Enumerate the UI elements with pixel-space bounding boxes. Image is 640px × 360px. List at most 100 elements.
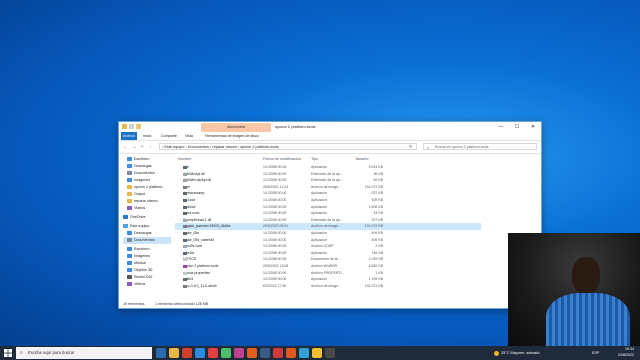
recent-chevron-icon[interactable]: ˅ bbox=[141, 144, 144, 149]
nav-item[interactable]: Música bbox=[127, 260, 146, 267]
new-folder-icon[interactable] bbox=[136, 124, 141, 129]
file-row[interactable]: fastboot 1/1/2008 00:00 Aplicación 1.606 KB bbox=[175, 204, 481, 211]
forward-arrow-icon[interactable]: → bbox=[132, 144, 137, 149]
search-input[interactable]: ⌕ Buscar en opcion 2 platform-tools bbox=[423, 143, 537, 150]
nav-item[interactable]: Descargas bbox=[127, 230, 152, 237]
nav-item[interactable]: Documentos bbox=[123, 237, 171, 244]
nav-item-icon bbox=[127, 238, 132, 243]
file-row[interactable]: magisk_patched-25200_8k6ks 26/5/2022 06:5… bbox=[175, 223, 481, 230]
nav-item[interactable]: Redmi K40 bbox=[127, 274, 152, 281]
taskbar-app-icon[interactable] bbox=[156, 348, 166, 358]
file-date: 26/5/2022 06:51 bbox=[263, 224, 289, 229]
taskbar-app-icon[interactable] bbox=[325, 348, 335, 358]
taskbar-app-icon[interactable] bbox=[182, 348, 192, 358]
nav-item[interactable]: Imágenes bbox=[127, 253, 150, 260]
tab-file[interactable]: Archivo bbox=[121, 132, 137, 140]
nav-item[interactable]: reparar xiaomi bbox=[127, 198, 158, 205]
taskbar-app-icon[interactable] bbox=[195, 348, 205, 358]
file-row[interactable]: make_f2fs 1/1/2008 00:00 Aplicación 409 KB bbox=[175, 230, 481, 237]
file-row[interactable]: libwinpthread-1.dll 1/1/2008 00:00 Extensi… bbox=[175, 217, 481, 224]
taskbar-search-input[interactable]: ⌕ Escribe aquí para buscar bbox=[16, 347, 152, 359]
file-size: 96 KB bbox=[373, 171, 383, 176]
nav-item[interactable]: Videos bbox=[127, 205, 145, 212]
file-row[interactable]: AdbWinUsbApi.dll 1/1/2008 00:00 Extensión … bbox=[175, 177, 481, 184]
file-row[interactable]: NOTICE 1/1/2008 00:00 Documento de te... 2.… bbox=[175, 256, 481, 263]
nav-item[interactable]: Output bbox=[127, 191, 145, 198]
weather-widget[interactable]: 25°C Mayorm. soleado bbox=[494, 347, 540, 359]
file-type: Archivo WinRAR bbox=[311, 264, 338, 268]
nav-item[interactable]: Escritorio bbox=[127, 156, 149, 163]
nav-item[interactable]: OneDrive bbox=[123, 214, 146, 221]
maximize-button[interactable]: ☐ bbox=[509, 122, 525, 132]
file-row[interactable]: make_f2fs_casefold 1/1/2008 00:00 Aplicaci… bbox=[175, 237, 481, 244]
navigation-pane: Escritorio Descargas Documentos Imágenes opc… bbox=[119, 154, 173, 299]
column-headers: Nombre Fecha de modificación Tipo Tamaño bbox=[175, 156, 481, 163]
windows-start-icon[interactable] bbox=[4, 349, 12, 357]
search-icon: ⌕ bbox=[427, 145, 430, 150]
file-name: AdbWinUsbApi.dll bbox=[183, 178, 212, 183]
column-size[interactable]: Tamaño bbox=[355, 157, 369, 161]
taskbar-app-icon[interactable] bbox=[260, 348, 270, 358]
nav-item[interactable]: Descargas bbox=[127, 163, 152, 170]
file-row[interactable]: dmtracedump 1/1/2008 00:00 Aplicación 237 K… bbox=[175, 190, 481, 197]
nav-item-label: Videos bbox=[134, 206, 146, 210]
file-row[interactable]: hprof-conv 1/1/2008 00:00 Aplicación 43 KB bbox=[175, 210, 481, 217]
back-arrow-icon[interactable]: ← bbox=[123, 144, 128, 149]
taskbar-search-placeholder: Escribe aquí para buscar bbox=[28, 350, 75, 355]
file-name-cell: adb bbox=[183, 165, 265, 169]
column-type[interactable]: Tipo bbox=[311, 157, 318, 161]
folder-icon[interactable] bbox=[122, 124, 127, 129]
taskbar-app-icon[interactable] bbox=[234, 348, 244, 358]
column-name[interactable]: Nombre bbox=[178, 157, 192, 161]
file-size: 409 KB bbox=[371, 198, 383, 202]
taskbar-app-icon[interactable] bbox=[286, 348, 296, 358]
taskbar-app-icon[interactable] bbox=[208, 348, 218, 358]
tab-disk-image-tools[interactable]: Herramientas de imagen de disco bbox=[203, 132, 261, 140]
nav-item-label: OneDrive bbox=[130, 215, 146, 219]
breadcrumb[interactable]: › Este equipo › Documentos › reparar xia… bbox=[159, 143, 417, 150]
file-row[interactable]: sqlite3 1/1/2008 00:00 Aplicación 1.199 KB bbox=[175, 276, 481, 283]
properties-icon[interactable] bbox=[129, 124, 134, 129]
clock[interactable]: 19:34 24/8/2022 bbox=[618, 347, 634, 358]
selection-info: 1 elemento seleccionado 128 MB bbox=[155, 302, 209, 306]
language-indicator[interactable]: ESP bbox=[592, 347, 599, 359]
nav-item[interactable]: Este equipo bbox=[123, 223, 149, 230]
taskbar-app-icon[interactable] bbox=[169, 348, 179, 358]
taskbar-app-icon[interactable] bbox=[273, 348, 283, 358]
file-row[interactable]: mke2fs.conf 1/1/2008 00:00 Archivo CONF 2 K… bbox=[175, 243, 481, 250]
minimize-button[interactable]: — bbox=[493, 122, 509, 132]
taskbar-app-icon[interactable] bbox=[312, 348, 322, 358]
up-arrow-icon[interactable]: ↑ bbox=[149, 144, 151, 149]
file-row[interactable]: boot26/5/2022 11:24 Archivo de image... 13… bbox=[175, 184, 481, 191]
file-row[interactable]: mke2fs 1/1/2008 00:00 Aplicación 746 KB bbox=[175, 250, 481, 257]
tab-view[interactable]: Vista bbox=[183, 132, 195, 140]
close-button[interactable]: ✕ bbox=[525, 122, 541, 132]
nav-item[interactable]: Documentos bbox=[127, 170, 155, 177]
file-name-cell: etc1tool bbox=[183, 198, 265, 202]
file-row[interactable]: AdbWinApi.dll 1/1/2008 00:00 Extensión de … bbox=[175, 171, 481, 178]
nav-item[interactable]: Objetos 3D bbox=[127, 267, 152, 274]
file-row[interactable]: adb1/1/2008 00:00 Aplicación 5.914 KB bbox=[175, 164, 481, 171]
file-row[interactable]: opcion 2 platform-tools 26/5/2022 13:08 Ar… bbox=[175, 263, 481, 270]
nav-item[interactable]: Videos bbox=[127, 281, 145, 288]
refresh-icon[interactable]: ↻ bbox=[409, 144, 413, 150]
nav-item[interactable]: Imágenes bbox=[127, 177, 150, 184]
taskbar-app-icon[interactable] bbox=[299, 348, 309, 358]
column-date[interactable]: Fecha de modificación bbox=[263, 157, 301, 161]
file-type: Extensión de la ap... bbox=[311, 178, 343, 183]
nav-item[interactable]: Escritorio bbox=[127, 246, 149, 253]
nav-item-icon bbox=[127, 199, 132, 204]
tab-share[interactable]: Compartir bbox=[159, 132, 179, 140]
file-row[interactable]: source.properties 1/1/2008 00:00 Archivo P… bbox=[175, 270, 481, 277]
nav-item[interactable]: opcion 2 platform- bbox=[127, 184, 164, 191]
file-row[interactable]: etc1tool 1/1/2008 00:00 Aplicación 409 KB bbox=[175, 197, 481, 204]
file-name-cell: opcion 2 platform-tools bbox=[183, 264, 265, 268]
file-row[interactable]: twrp-3.6.0_11-0-alioth 6/3/2022 17:50 Arch… bbox=[175, 283, 481, 290]
file-size: 43 KB bbox=[373, 211, 383, 216]
manage-context-tab[interactable]: Administrar bbox=[201, 123, 271, 132]
tab-home[interactable]: Inicio bbox=[141, 132, 153, 140]
taskbar-app-icon[interactable] bbox=[221, 348, 231, 358]
file-name-cell: hprof-conv bbox=[183, 211, 265, 216]
file-type: Aplicación bbox=[311, 211, 327, 216]
taskbar-app-icon[interactable] bbox=[247, 348, 257, 358]
